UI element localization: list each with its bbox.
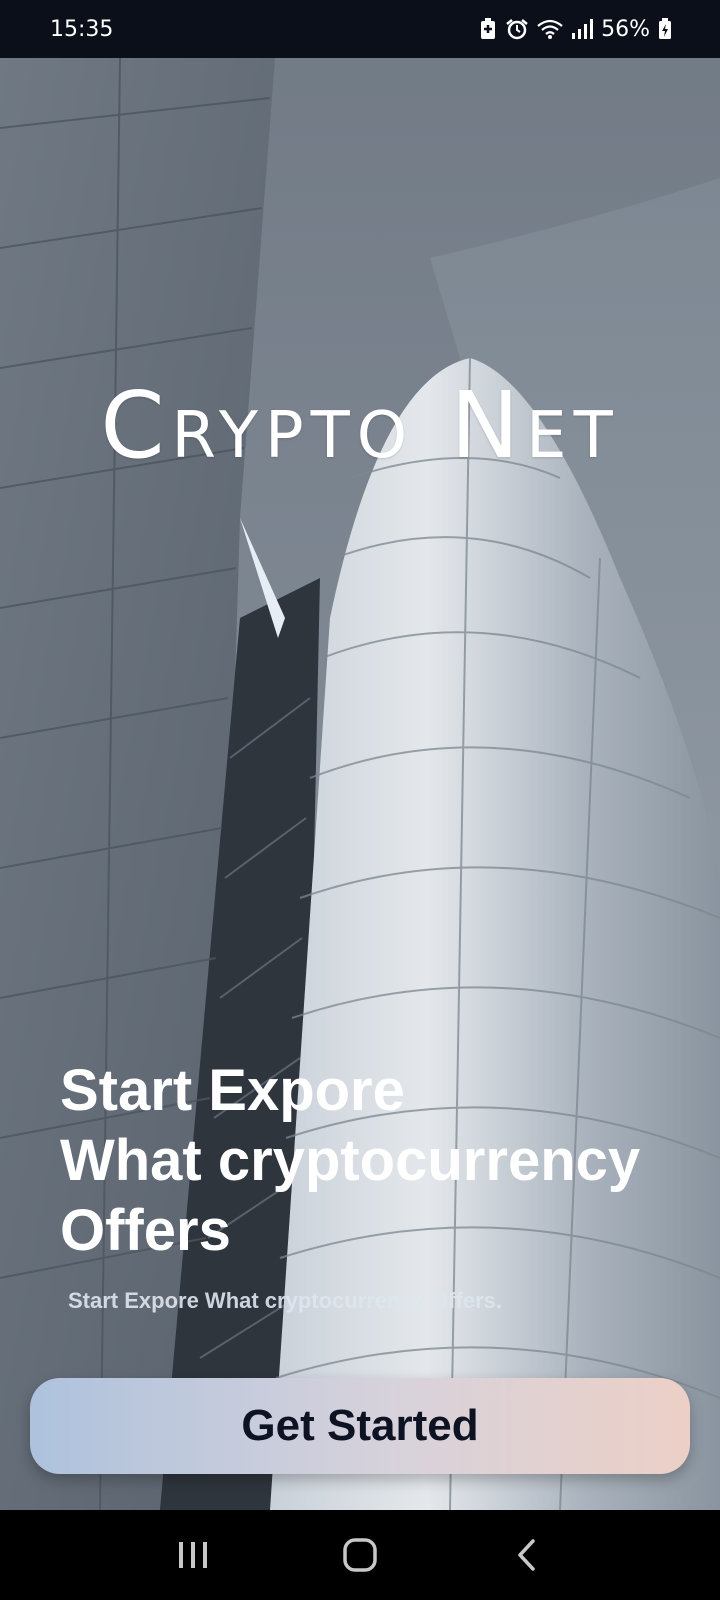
status-icons: 56% [479,17,672,42]
headline-line-2: What cryptocurrency [60,1128,641,1193]
app-logo: Crypto Net [100,372,620,479]
signal-icon [572,19,594,39]
alarm-icon [506,19,528,40]
status-time: 15:35 [50,16,114,42]
back-icon [517,1539,535,1571]
recent-apps-button[interactable] [163,1525,223,1585]
system-nav-bar [0,1510,720,1600]
hero-headline: Start Expore What cryptocurrency Offers [60,1056,690,1266]
battery-saver-icon [481,18,496,39]
battery-percent: 56% [601,16,650,42]
headline-line-3: Offers [60,1198,231,1263]
recent-apps-icon [179,1542,208,1568]
back-button[interactable] [497,1525,557,1585]
get-started-button[interactable]: Get Started [30,1378,690,1474]
status-bar: 15:35 56% [0,0,720,58]
hero-subtitle: Start Expore What cryptocurrency Offers. [68,1288,503,1313]
home-button[interactable] [330,1525,390,1585]
wifi-icon [537,19,563,39]
home-icon [343,1538,377,1572]
battery-icon [659,18,671,39]
headline-line-1: Start Expore [60,1058,405,1123]
